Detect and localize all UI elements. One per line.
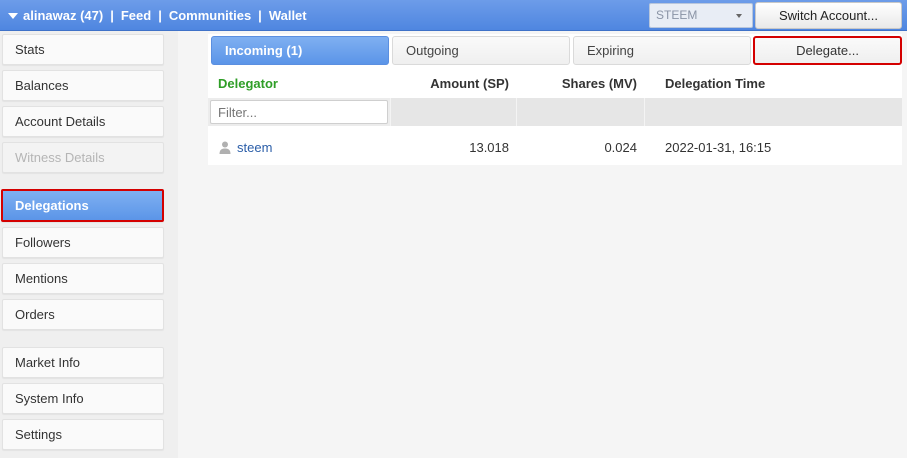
sidebar-item-witness-details: Witness Details	[2, 142, 164, 173]
delegations-panel: Incoming (1) Outgoing Expiring Delegate.…	[208, 34, 902, 165]
sidebar-item-balances[interactable]: Balances	[2, 70, 164, 101]
amount-cell: 13.018	[469, 140, 509, 155]
table-row: steem 13.018 0.024 2022-01-31, 16:15	[208, 134, 902, 160]
chevron-down-icon	[736, 14, 742, 18]
sidebar-item-delegations[interactable]: Delegations	[1, 189, 164, 222]
chain-select[interactable]: STEEM	[649, 3, 753, 28]
user-icon	[219, 141, 231, 154]
account-menu[interactable]: alinawaz (47)	[23, 8, 103, 23]
sidebar-item-stats[interactable]: Stats	[2, 34, 164, 65]
sidebar-item-followers[interactable]: Followers	[2, 227, 164, 258]
sidebar-item-settings[interactable]: Settings	[2, 419, 164, 450]
filter-cell	[644, 98, 902, 126]
top-bar: alinawaz (47) | Feed | Communities | Wal…	[0, 0, 907, 31]
sidebar-item-account-details[interactable]: Account Details	[2, 106, 164, 137]
top-nav: alinawaz (47) | Feed | Communities | Wal…	[8, 0, 307, 31]
tab-outgoing[interactable]: Outgoing	[392, 36, 570, 65]
sidebar-item-market-info[interactable]: Market Info	[2, 347, 164, 378]
caret-down-icon[interactable]	[8, 12, 18, 19]
delegate-button[interactable]: Delegate...	[753, 36, 902, 65]
shares-cell: 0.024	[604, 140, 637, 155]
nav-link-feed[interactable]: Feed	[121, 8, 151, 23]
nav-separator: |	[110, 8, 114, 23]
delegator-link[interactable]: steem	[237, 140, 272, 155]
column-header-amount[interactable]: Amount (SP)	[430, 76, 509, 91]
filter-cell	[390, 98, 516, 126]
nav-separator: |	[158, 8, 162, 23]
filter-input[interactable]	[210, 100, 388, 124]
filter-row	[208, 98, 902, 126]
sidebar: Stats Balances Account Details Witness D…	[0, 31, 178, 458]
nav-link-communities[interactable]: Communities	[169, 8, 251, 23]
table-header: Delegator Amount (SP) Shares (MV) Delega…	[208, 70, 902, 96]
delegation-time-cell: 2022-01-31, 16:15	[665, 140, 772, 155]
nav-link-wallet[interactable]: Wallet	[269, 8, 307, 23]
column-header-shares[interactable]: Shares (MV)	[562, 76, 637, 91]
sidebar-item-orders[interactable]: Orders	[2, 299, 164, 330]
column-header-delegator[interactable]: Delegator	[218, 76, 278, 91]
filter-cell	[516, 98, 644, 126]
tab-incoming[interactable]: Incoming (1)	[211, 36, 389, 65]
column-header-delegation-time[interactable]: Delegation Time	[665, 76, 765, 91]
tab-expiring[interactable]: Expiring	[573, 36, 751, 65]
chain-select-value: STEEM	[656, 8, 698, 22]
sidebar-item-mentions[interactable]: Mentions	[2, 263, 164, 294]
sidebar-item-system-info[interactable]: System Info	[2, 383, 164, 414]
nav-separator: |	[258, 8, 262, 23]
switch-account-button[interactable]: Switch Account...	[755, 2, 902, 29]
